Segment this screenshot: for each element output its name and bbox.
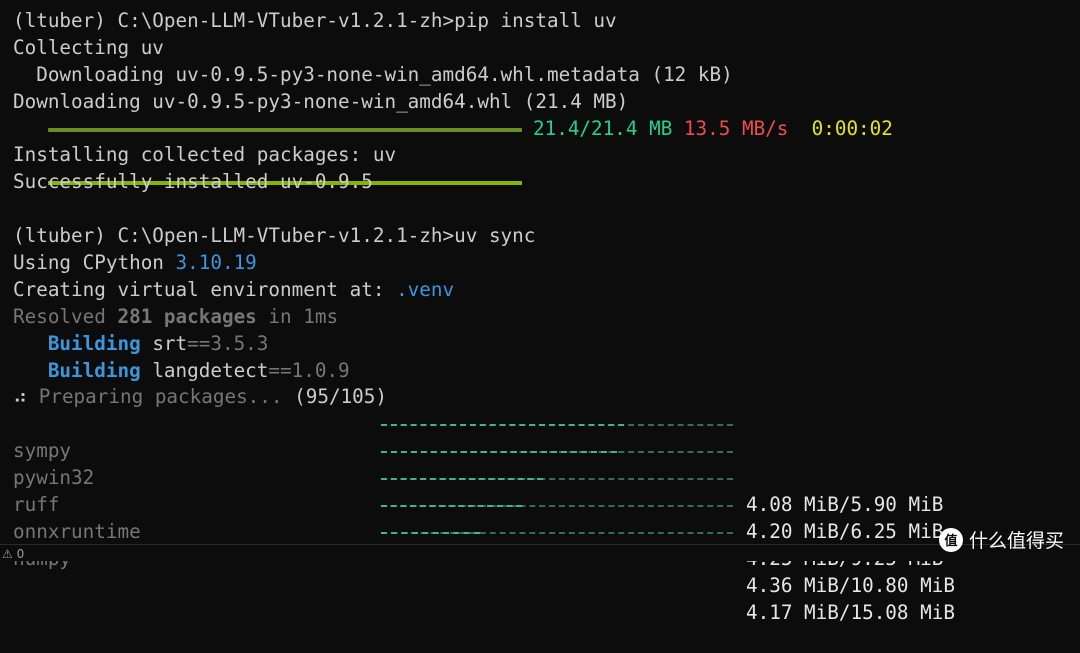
terminal-output[interactable]: (ltuber) C:\Open-LLM-VTuber-v1.2.1-zh>pi… [13, 8, 1080, 624]
download-size: 4.36 MiB/10.80 MiB [746, 573, 955, 597]
download-progress-bar [381, 478, 733, 481]
download-row: sympy 4.08 MiB/5.90 MiB [13, 411, 1080, 516]
download-progress-bar [381, 451, 733, 454]
prompt-line: (ltuber) C:\Open-LLM-VTuber-v1.2.1-zh>pi… [13, 8, 1080, 35]
output-line: Using CPython 3.10.19 [13, 250, 1080, 277]
download-row: onnxruntime 4.36 MiB/10.80 MiB [13, 492, 1080, 597]
download-progress-bar [381, 424, 733, 427]
output-line: Downloading uv-0.9.5-py3-none-win_amd64.… [13, 62, 733, 86]
watermark: 值 什么值得买 [938, 526, 1064, 553]
download-progress-bar [381, 505, 733, 508]
building-package: srt [152, 331, 188, 355]
download-row: ruff 4.25 MiB/9.25 MiB [13, 465, 1080, 570]
building-verb: Building [47, 331, 141, 355]
download-progress-fill [381, 505, 522, 508]
output-line: Collecting uv [13, 35, 164, 59]
status-bar: ⚠ 0 [0, 544, 1080, 561]
download-progress-fill [381, 451, 617, 454]
spinner-icon: ⠴ [13, 385, 28, 409]
building-package: langdetect [152, 358, 269, 382]
building-line: Building langdetect==1.0.9 [13, 358, 1080, 385]
creating-label: Creating virtual environment at: [13, 277, 397, 301]
download-progress-fill [381, 531, 480, 534]
building-verb: Building [47, 358, 141, 382]
preparing-label: Preparing packages... [27, 385, 295, 409]
command-text: pip install uv [454, 9, 617, 32]
output-line: Creating virtual environment at: .venv [13, 277, 1080, 304]
building-line: Building srt==3.5.3 [13, 331, 1080, 358]
progress-speed: 13.5 MB/s [683, 116, 789, 140]
progress-bar [48, 127, 522, 186]
command-text: uv sync [454, 224, 536, 248]
resolved-time: in 1ms [256, 304, 339, 328]
download-row: numpy 4.17 MiB/15.08 MiB [13, 519, 1080, 624]
download-progress-fill [381, 424, 624, 427]
python-version: 3.10.19 [175, 251, 257, 275]
building-version: ==1.0.9 [268, 358, 350, 382]
output-line: Installing collected packages: uv [13, 143, 397, 167]
progress-stats: 21.4/21.4 MB 13.5 MB/s 0:00:02 [533, 116, 893, 143]
preparing-line: ⠴ Preparing packages... (95/105) [13, 384, 1080, 411]
preparing-count: (95/105) [294, 385, 387, 409]
download-progress-bar [381, 531, 733, 534]
pip-progress-line: 21.4/21.4 MB 13.5 MB/s 0:00:02 [13, 116, 1080, 186]
prompt-line: (ltuber) C:\Open-LLM-VTuber-v1.2.1-zh>uv… [13, 223, 1080, 250]
warning-icon[interactable]: ⚠ 0 [2, 547, 24, 561]
resolved-count: 281 packages [117, 304, 257, 328]
resolved-label: Resolved [13, 304, 118, 328]
using-label: Using CPython [13, 251, 176, 275]
progress-eta: 0:00:02 [811, 116, 893, 140]
output-line: Successfully installed uv-0.9.5 [13, 170, 373, 194]
download-row: pywin32 4.20 MiB/6.25 MiB [13, 438, 1080, 543]
output-line: Downloading uv-0.9.5-py3-none-win_amd64.… [13, 89, 629, 113]
venv-path: .venv [396, 277, 455, 301]
download-size: 4.17 MiB/15.08 MiB [746, 600, 955, 624]
progress-size: 21.4/21.4 MB [533, 116, 673, 140]
prompt: (ltuber) C:\Open-LLM-VTuber-v1.2.1-zh> [13, 224, 455, 248]
watermark-text: 什么值得买 [968, 530, 1064, 552]
prompt: (ltuber) C:\Open-LLM-VTuber-v1.2.1-zh> [13, 9, 455, 32]
watermark-logo-icon: 值 [938, 527, 963, 552]
download-progress-fill [381, 478, 543, 481]
building-version: ==3.5.3 [187, 331, 269, 355]
output-line: Resolved 281 packages in 1ms [13, 304, 1080, 331]
